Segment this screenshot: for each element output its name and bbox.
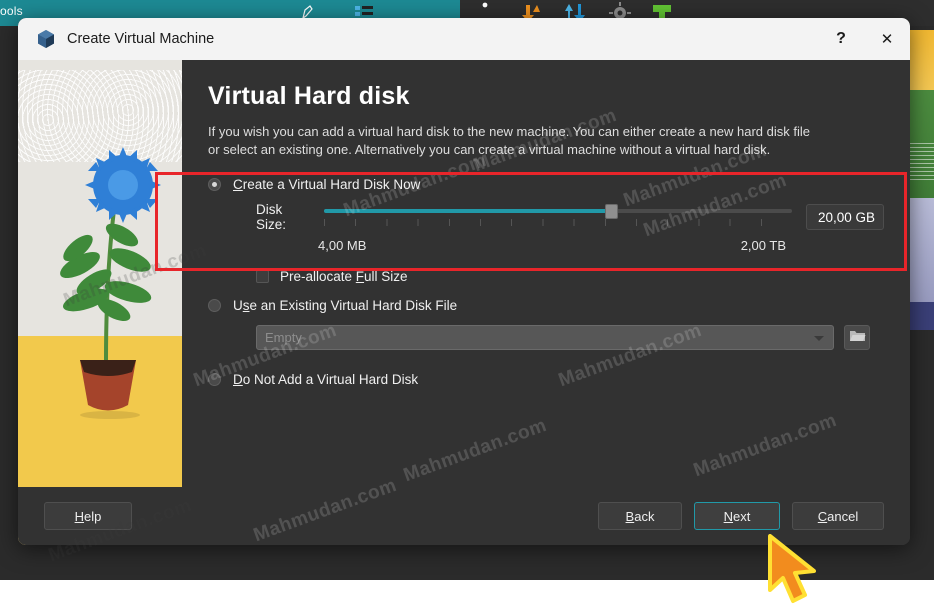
back-button[interactable]: Back (598, 502, 682, 530)
existing-disk-value: Empty (265, 330, 302, 345)
page-description: If you wish you can add a virtual hard d… (208, 124, 810, 157)
existing-disk-combobox[interactable]: Empty (256, 325, 834, 350)
radio-indicator-use-existing[interactable] (208, 299, 221, 312)
help-button-label: elp (84, 508, 102, 524)
background-toolbar-label: ools (0, 4, 23, 18)
mnemonic-cancel: C (817, 508, 828, 524)
radio-use-existing-virtual-hard-disk-file[interactable]: Use an Existing Virtual Hard Disk File (208, 298, 884, 313)
sidebar-illustration (18, 60, 182, 545)
slider-fill (323, 209, 614, 213)
cancel-button-label: ancel (827, 508, 859, 524)
help-button[interactable]: Help (44, 502, 132, 530)
next-button[interactable]: Next (694, 502, 780, 530)
close-icon[interactable]: ✕ (864, 18, 910, 60)
virtualbox-cube-icon (35, 28, 57, 50)
disk-size-slider[interactable] (323, 204, 792, 230)
chevron-down-icon (814, 336, 824, 341)
checkbox-preallocate-full-size[interactable]: Pre-allocate Full Size (208, 269, 884, 284)
next-button-label: ext (733, 508, 751, 524)
radio-label-do-not-add-text: o Not Add a Virtual Hard Disk (242, 372, 419, 387)
mnemonic-back: B (625, 508, 635, 524)
disk-size-min-label: 4,00 MB (318, 238, 367, 253)
dialog-content: Virtual Hard disk If you wish you can ad… (182, 60, 910, 545)
slider-ticks (323, 219, 792, 226)
mnemonic-help: H (74, 508, 85, 524)
radio-label-create-now-text: reate a Virtual Hard Disk Now (242, 177, 421, 192)
disk-size-max-label: 2,00 TB (740, 238, 786, 253)
create-virtual-machine-dialog: Create Virtual Machine ? ✕ Virtual Hard … (18, 18, 910, 545)
slider-handle[interactable] (604, 204, 618, 219)
radio-label-use-existing: Use an Existing Virtual Hard Disk File (233, 298, 457, 313)
dialog-body: Virtual Hard disk If you wish you can ad… (18, 60, 910, 545)
titlebar-buttons: ? ✕ (818, 18, 910, 60)
dialog-titlebar[interactable]: Create Virtual Machine ? ✕ (18, 18, 910, 60)
dialog-title: Create Virtual Machine (67, 31, 215, 47)
mnemonic-next: N (723, 508, 734, 524)
checkbox-indicator-preallocate[interactable] (256, 270, 269, 283)
flower-pot-illustration (60, 147, 161, 419)
radio-label-use-existing-post: e an Existing Virtual Hard Disk File (249, 298, 458, 313)
page-title: Virtual Hard disk (208, 82, 410, 110)
disk-size-input[interactable]: 20,00 GB (805, 204, 884, 230)
radio-label-use-existing-pre: U (233, 298, 243, 313)
radio-label-create-now: Create a Virtual Hard Disk Now (233, 177, 420, 192)
cancel-button[interactable]: Cancel (792, 502, 884, 530)
radio-indicator-create-now[interactable] (208, 178, 221, 191)
mnemonic-create-now: C (233, 177, 243, 192)
disk-size-row: Disk Size: 20,00 GB (208, 202, 884, 232)
radio-do-not-add-virtual-hard-disk[interactable]: Do Not Add a Virtual Hard Disk (208, 372, 884, 387)
disk-size-range-labels: 4,00 MB 2,00 TB (208, 238, 786, 253)
radio-indicator-do-not-add[interactable] (208, 373, 221, 386)
mnemonic-use-existing: s (242, 298, 250, 313)
checkbox-label-preallocate-pre: Pre-allocate (280, 269, 356, 284)
screen: ools Create Virtual Machine ? ✕ Virtual … (0, 0, 934, 606)
folder-icon (849, 328, 866, 348)
existing-disk-row: Empty (208, 325, 884, 350)
radio-label-do-not-add: Do Not Add a Virtual Hard Disk (233, 372, 418, 387)
background-bottom-strip (0, 580, 934, 606)
browse-disk-button[interactable] (844, 325, 870, 350)
help-titlebar-button[interactable]: ? (818, 18, 864, 60)
checkbox-label-preallocate-post: ull Size (364, 269, 408, 284)
dialog-footer: Help Back Next Cancel (18, 487, 910, 545)
back-button-label: ack (634, 508, 655, 524)
mnemonic-preallocate: F (355, 269, 365, 284)
radio-create-virtual-hard-disk-now[interactable]: Create a Virtual Hard Disk Now (208, 177, 884, 192)
disk-size-label: Disk Size: (256, 202, 287, 232)
checkbox-label-preallocate: Pre-allocate Full Size (280, 269, 408, 284)
mnemonic-do-not-add: D (233, 372, 243, 387)
